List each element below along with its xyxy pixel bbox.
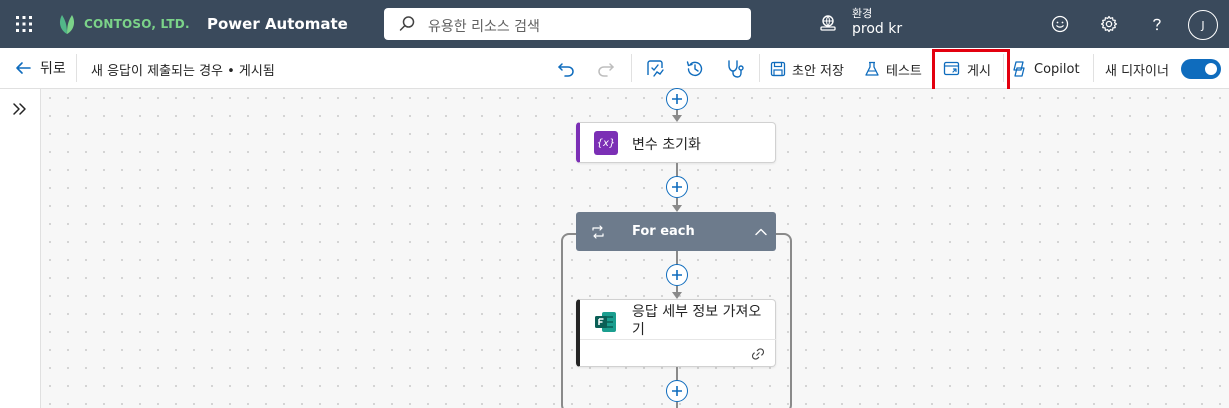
add-step-button[interactable]	[666, 176, 688, 198]
loop-icon	[592, 225, 604, 239]
search-icon	[399, 16, 415, 31]
link-icon	[751, 348, 765, 360]
save-draft-button[interactable]: 초안 저장	[770, 58, 844, 80]
settings-gear-icon[interactable]	[1097, 12, 1121, 36]
card-title: 응답 세부 정보 가져오 기	[632, 303, 761, 339]
plus-icon	[672, 182, 682, 192]
new-designer-toggle[interactable]	[1181, 59, 1221, 79]
arrow-down-icon	[672, 292, 682, 299]
app-launcher-icon[interactable]	[12, 12, 36, 36]
search-box[interactable]: 유용한 리소스 검색	[384, 8, 751, 40]
get-response-details-card[interactable]: 응답 세부 정보 가져오 기	[576, 299, 776, 367]
plus-icon	[672, 386, 682, 396]
card-divider	[580, 339, 776, 340]
toggle-knob	[1205, 63, 1217, 75]
left-rail	[0, 89, 41, 408]
arrow-down-icon	[672, 205, 682, 212]
environment-label: 환경	[852, 7, 873, 20]
publish-icon	[943, 61, 960, 76]
search-input[interactable]: 유용한 리소스 검색	[428, 16, 540, 36]
connector	[676, 163, 678, 177]
variable-icon: {x}	[594, 131, 618, 155]
test-button[interactable]: 테스트	[864, 58, 922, 80]
top-header: CONTOSO, LTD. Power Automate 유용한 리소스 검색 …	[0, 0, 1229, 48]
initialize-variable-card[interactable]: {x} 변수 초기화	[576, 122, 776, 163]
undo-icon[interactable]	[555, 58, 577, 80]
connector	[676, 251, 678, 265]
divider	[631, 54, 632, 82]
test-label: 테스트	[886, 63, 922, 79]
foreach-title: For each	[632, 224, 695, 239]
plus-icon	[672, 270, 682, 280]
feedback-smiley-icon[interactable]	[1048, 12, 1072, 36]
publish-label: 게시	[967, 63, 991, 79]
chevron-up-icon[interactable]	[754, 225, 768, 239]
flow-name: 새 응답이 제출되는 경우 • 게시됨	[91, 64, 275, 79]
flow-checker-icon[interactable]	[644, 58, 666, 80]
user-avatar[interactable]: J	[1188, 10, 1218, 40]
company-logo[interactable]: CONTOSO, LTD.	[56, 10, 190, 38]
environment-name[interactable]: prod kr	[852, 21, 902, 37]
help-icon[interactable]	[1145, 12, 1169, 36]
copilot-button[interactable]: Copilot	[1010, 58, 1080, 80]
plus-icon	[672, 94, 682, 104]
app-title[interactable]: Power Automate	[207, 15, 348, 33]
version-history-icon[interactable]	[684, 58, 706, 80]
add-step-button[interactable]	[666, 264, 688, 286]
copilot-label: Copilot	[1034, 61, 1080, 77]
card-title-line-1: 응답 세부 정보 가져오	[632, 304, 762, 320]
back-button[interactable]: 뒤로	[14, 58, 66, 78]
card-title-line-2: 기	[632, 322, 645, 338]
save-icon	[770, 61, 786, 77]
arrow-left-icon	[16, 62, 31, 74]
expand-double-chevron-icon[interactable]	[10, 99, 30, 119]
divider	[759, 54, 760, 82]
add-step-button[interactable]	[666, 88, 688, 110]
save-draft-label: 초안 저장	[792, 63, 844, 79]
back-label: 뒤로	[40, 61, 66, 77]
environment-icon[interactable]	[818, 13, 838, 33]
company-name: CONTOSO, LTD.	[84, 17, 190, 31]
divider	[1003, 54, 1004, 82]
connector	[676, 402, 678, 408]
flask-icon	[865, 61, 879, 76]
card-title: 변수 초기화	[632, 137, 701, 153]
divider	[1093, 54, 1094, 82]
arrow-down-icon	[672, 115, 682, 122]
divider	[76, 54, 77, 82]
copilot-icon	[1013, 61, 1025, 77]
new-designer-label: 새 디자이너	[1105, 63, 1169, 79]
microsoft-forms-icon	[595, 312, 616, 332]
connector	[676, 367, 678, 381]
foreach-header[interactable]: For each	[576, 212, 776, 251]
redo-icon[interactable]	[595, 58, 617, 80]
command-bar: 뒤로 새 응답이 제출되는 경우 • 게시됨 초안 저장 테스트 게시 Copi…	[0, 48, 1229, 89]
leaf-icon	[59, 15, 75, 34]
stethoscope-icon[interactable]	[724, 58, 746, 80]
add-step-button[interactable]	[666, 380, 688, 402]
publish-button[interactable]: 게시	[943, 58, 991, 80]
